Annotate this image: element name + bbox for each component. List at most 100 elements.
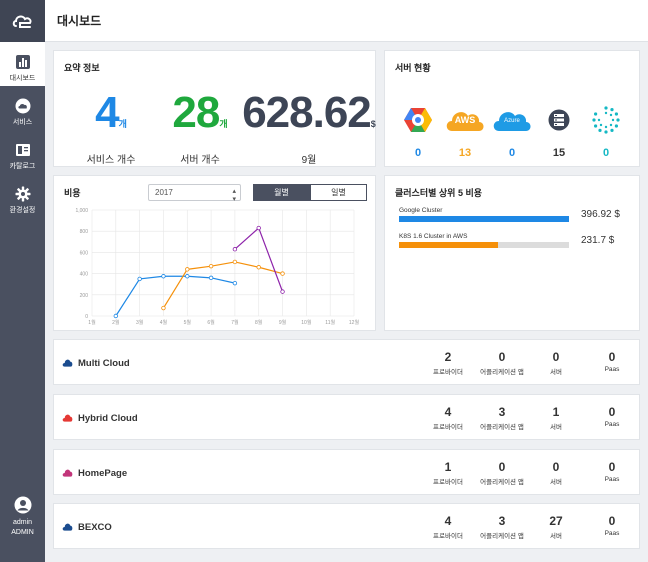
cost-card: 비용 2017 ▴ ▾ 월별 일별 0 200 400 600 800 1,000 1월 2월 3… — [53, 175, 376, 331]
azure-count: 0 — [508, 147, 516, 159]
data-point — [280, 289, 285, 294]
year-select-value: 2017 — [155, 188, 173, 197]
cloud-icon — [62, 523, 73, 531]
user-name: admin — [12, 519, 33, 526]
x-tick-label: 3월 — [136, 319, 144, 326]
data-point — [185, 267, 190, 272]
server-status-rack[interactable]: 15 — [534, 101, 584, 159]
azure-label: Azure — [504, 118, 520, 124]
aws-count: 13 — [458, 147, 472, 159]
server-label: 서버 — [550, 424, 562, 431]
y-tick-label: 1,000 — [75, 208, 88, 214]
user-avatar-icon — [14, 496, 31, 514]
server-count: 0 — [552, 460, 560, 474]
cost-title: 비용 — [64, 188, 81, 198]
x-tick-label: 7월 — [231, 319, 239, 326]
top5-card: 클러스터별 상위 5 비용 Google Cluster 396.92 $ K8… — [384, 175, 640, 331]
paas-count: 0 — [608, 350, 616, 364]
top5-row: Google Cluster 396.92 $ — [399, 207, 629, 222]
data-point — [137, 276, 142, 282]
server-count: 28개 서버 개수 — [160, 88, 240, 167]
sidebar-item-label: 대시보드 — [9, 75, 36, 82]
project-card[interactable]: Hybrid Cloud 4 프로바이더 3 어플리케이션 앱 1 서버 0 Paas — [53, 394, 640, 440]
paas-label: Paas — [604, 421, 620, 428]
gear-icon — [15, 186, 30, 202]
cloud-icon — [15, 98, 30, 114]
x-tick-label: 1월 — [88, 319, 96, 326]
paas-label: Paas — [604, 366, 620, 373]
sidebar-item-label: 환경설정 — [9, 207, 36, 214]
sidebar-item-label: 카탈로그 — [9, 163, 36, 170]
paas-stat: 0 Paas — [580, 460, 644, 483]
server-status-aws[interactable]: AWS 13 — [440, 101, 490, 159]
server-count-value: 28 — [172, 88, 220, 137]
server-label: 서버 — [550, 533, 562, 540]
x-tick-label: 8월 — [255, 319, 263, 326]
data-point — [280, 271, 285, 276]
project-card[interactable]: Multi Cloud 2 프로바이더 0 어플리케이션 앱 0 서버 0 Paas — [53, 339, 640, 385]
top5-bar-track — [399, 216, 569, 222]
server-rack-icon — [548, 109, 570, 131]
year-select[interactable]: 2017 ▴ ▾ — [148, 184, 241, 203]
data-point — [161, 305, 166, 311]
server-status-azure[interactable]: Azure 0 — [487, 101, 537, 159]
x-tick-label: 5월 — [184, 319, 192, 326]
summary-card: 요약 정보 4개 서비스 개수 28개 서버 개수 628.62$ 9월 — [53, 50, 376, 167]
monthly-cost: 628.62$ 9월 — [242, 91, 376, 167]
bar-chart-icon — [15, 55, 30, 69]
server-status-google[interactable]: 0 — [393, 101, 443, 159]
aws-label: AWS — [454, 115, 476, 125]
server-stat: 27 서버 — [524, 514, 588, 540]
server-status-card: 서버 현황 0 AWS 13 Azure 0 15 0 — [384, 50, 640, 167]
paas-count: 0 — [608, 514, 616, 528]
sidebar-item-service[interactable]: 서비스 — [0, 86, 45, 130]
sidebar-item-catalog[interactable]: 카탈로그 — [0, 130, 45, 174]
user-menu[interactable]: admin ADMIN — [0, 496, 45, 538]
data-point — [232, 259, 238, 265]
service-count-label: 서비스 개수 — [86, 155, 136, 166]
top5-row: K8S 1.6 Cluster in AWS 231.7 $ — [399, 233, 629, 248]
top5-title: 클러스터별 상위 5 비용 — [395, 188, 483, 198]
paas-stat: 0 Paas — [580, 405, 644, 428]
paas-label: Paas — [604, 530, 620, 537]
x-tick-label: 9월 — [279, 319, 287, 326]
y-tick-label: 600 — [80, 250, 89, 256]
x-tick-label: 12월 — [349, 319, 360, 326]
monthly-cost-unit: $ — [370, 119, 376, 129]
project-name: Hybrid Cloud — [78, 413, 138, 424]
project-name: Multi Cloud — [78, 358, 130, 369]
app-logo[interactable] — [0, 0, 45, 42]
sidebar-item-settings[interactable]: 환경설정 — [0, 174, 45, 218]
paas-count: 0 — [608, 460, 616, 474]
data-point — [208, 275, 214, 281]
sidebar: 대시보드 서비스 카탈로그 환경설정 admin ADMIN — [0, 0, 45, 562]
user-role: ADMIN — [11, 529, 34, 536]
y-tick-label: 200 — [80, 293, 89, 299]
server-label: 서버 — [550, 369, 562, 376]
series-line-1 — [162, 261, 283, 309]
project-card[interactable]: HomePage 1 프로바이더 0 어플리케이션 앱 0 서버 0 Paas — [53, 449, 640, 495]
x-tick-label: 2월 — [112, 319, 120, 326]
x-tick-label: 10월 — [301, 319, 312, 326]
google-cloud-icon — [404, 108, 432, 132]
top5-value: 231.7 $ — [581, 235, 615, 246]
server-status-openstack[interactable]: 0 — [581, 101, 631, 159]
cloud-icon — [62, 359, 73, 367]
y-tick-label: 800 — [80, 229, 89, 235]
server-label: 서버 — [550, 479, 562, 486]
select-arrows-icon: ▴ ▾ — [232, 188, 236, 203]
top5-bar-fill — [399, 216, 569, 222]
server-stat: 0 서버 — [524, 460, 588, 486]
project-name: HomePage — [78, 468, 128, 479]
google-count: 0 — [414, 147, 422, 159]
project-card[interactable]: BEXCO 4 프로바이더 3 어플리케이션 앱 27 서버 0 Paas — [53, 503, 640, 549]
catalog-icon — [15, 144, 30, 156]
daily-toggle[interactable]: 일별 — [310, 184, 367, 201]
openstack-count: 0 — [602, 147, 610, 159]
x-tick-label: 4월 — [160, 319, 168, 326]
server-stat: 1 서버 — [524, 405, 588, 431]
sidebar-item-dashboard[interactable]: 대시보드 — [0, 42, 45, 86]
x-tick-label: 11월 — [325, 319, 335, 326]
monthly-toggle[interactable]: 월별 — [253, 184, 310, 201]
server-stat: 0 서버 — [524, 350, 588, 376]
